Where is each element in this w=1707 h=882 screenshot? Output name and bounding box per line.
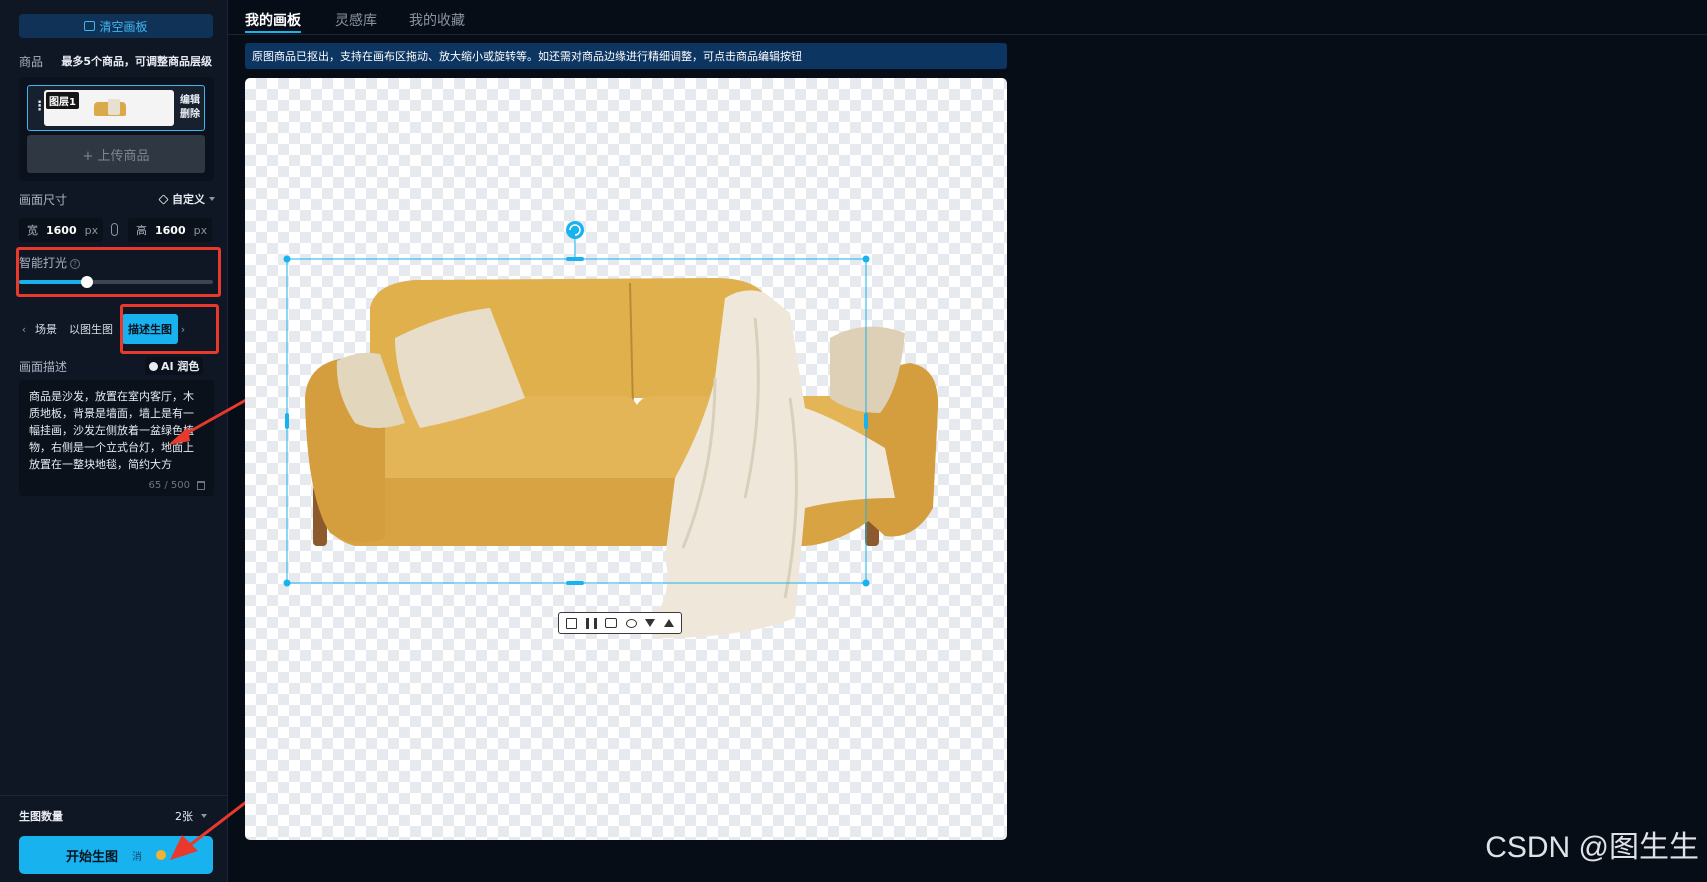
sidebar: 清空画板 商品 最多5个商品，可调整商品层级 ⋮ 图层1 编辑 删除 + 上传商… bbox=[0, 0, 247, 882]
active-tab-indicator bbox=[245, 31, 301, 33]
canvas-size-label: 画面尺寸 bbox=[19, 193, 68, 207]
chevron-down-icon bbox=[209, 197, 215, 201]
canvas-area[interactable] bbox=[245, 78, 1007, 840]
product-hint: 最多5个商品，可调整商品层级 bbox=[61, 55, 212, 68]
fit-icon[interactable] bbox=[605, 618, 618, 628]
height-unit: px bbox=[193, 223, 208, 237]
start-cost-label: 消 bbox=[132, 851, 142, 863]
width-value: 1600 bbox=[46, 223, 77, 237]
product-panel: ⋮ 图层1 编辑 删除 + 上传商品 bbox=[19, 77, 214, 181]
arrow-annotation-1 bbox=[168, 398, 247, 445]
product-label: 商品 bbox=[19, 55, 44, 69]
main-tabs: 我的画板 灵感库 我的收藏 bbox=[228, 0, 1707, 35]
product-actions: 编辑 删除 bbox=[180, 94, 200, 122]
edit-product-button[interactable]: 编辑 bbox=[180, 94, 200, 108]
link-ratio-icon[interactable] bbox=[111, 223, 118, 236]
ai-polish-label: AI 润色 bbox=[161, 360, 200, 373]
width-unit: px bbox=[84, 223, 99, 237]
object-toolbar bbox=[558, 612, 682, 634]
highlight-box-lighting bbox=[16, 247, 221, 297]
mode-tab-scene[interactable]: 场景 bbox=[29, 314, 63, 344]
rotate-handle-icon bbox=[566, 221, 584, 239]
generate-count-label: 生图数量 bbox=[19, 810, 63, 823]
ai-icon bbox=[149, 361, 158, 371]
product-item[interactable]: ⋮ 图层1 编辑 删除 bbox=[27, 85, 205, 131]
layer-down-icon[interactable] bbox=[645, 619, 656, 627]
height-field[interactable]: 高 1600 px bbox=[128, 218, 212, 242]
sofa-product-layer[interactable] bbox=[245, 78, 1007, 840]
crop-icon[interactable] bbox=[566, 617, 578, 629]
size-preset-value: 自定义 bbox=[172, 193, 205, 206]
highlight-box-mode bbox=[120, 304, 219, 354]
size-preset-select[interactable]: 自定义 bbox=[158, 191, 215, 207]
tab-favorites[interactable]: 我的收藏 bbox=[409, 10, 465, 30]
watermark: CSDN @图生生 bbox=[1485, 831, 1699, 864]
height-key: 高 bbox=[136, 224, 147, 237]
ai-polish-button[interactable]: AI 润色 bbox=[145, 357, 204, 375]
trash-icon[interactable] bbox=[197, 481, 205, 490]
lasso-icon[interactable] bbox=[625, 618, 637, 628]
layer-tag: 图层1 bbox=[46, 92, 79, 109]
width-field[interactable]: 宽 1600 px bbox=[19, 218, 103, 242]
flip-icon[interactable] bbox=[585, 617, 597, 629]
product-thumbnail: 图层1 bbox=[44, 90, 174, 126]
pen-icon bbox=[158, 193, 169, 205]
tab-inspiration[interactable]: 灵感库 bbox=[335, 10, 377, 30]
height-value: 1600 bbox=[155, 223, 186, 237]
width-key: 宽 bbox=[27, 224, 38, 237]
chevron-left-icon[interactable]: ‹ bbox=[19, 323, 29, 336]
delete-product-button[interactable]: 删除 bbox=[180, 108, 200, 122]
layer-up-icon[interactable] bbox=[663, 619, 674, 627]
clear-icon bbox=[84, 21, 96, 31]
clear-canvas-label: 清空画板 bbox=[99, 19, 148, 34]
notice-bar: 原图商品已抠出，支持在画布区拖动、放大缩小或旋转等。如还需对商品边缘进行精细调整… bbox=[245, 43, 1007, 69]
sofa-thumbnail-image bbox=[94, 99, 126, 116]
tab-my-canvas[interactable]: 我的画板 bbox=[245, 10, 301, 30]
start-generate-label: 开始生图 bbox=[65, 849, 118, 865]
clear-canvas-button[interactable]: 清空画板 bbox=[19, 14, 213, 38]
upload-product-button[interactable]: + 上传商品 bbox=[27, 135, 205, 173]
description-label: 画面描述 bbox=[19, 360, 68, 374]
char-count: 65 / 500 bbox=[148, 480, 190, 491]
mode-tab-image-to-image[interactable]: 以图生图 bbox=[63, 314, 119, 344]
